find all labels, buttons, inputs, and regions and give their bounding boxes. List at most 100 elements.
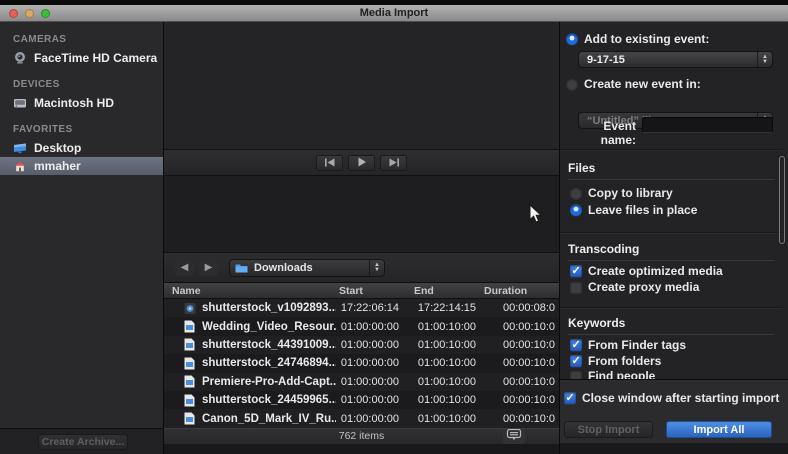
file-start: 17:22:06:14 xyxy=(340,302,399,315)
file-start: 01:00:00:00 xyxy=(340,412,399,425)
desktop-icon xyxy=(13,141,27,155)
media-browser: ◀ ▶ Downloads ▲ ▼ Name Start End Duration… xyxy=(164,22,559,454)
clip-appearance-icon xyxy=(506,428,522,446)
radio-unselected-icon[interactable] xyxy=(570,187,582,199)
document-file-icon xyxy=(184,338,196,351)
import-options-panel: Add to existing event: 9-17-15 ▲ ▼ Create… xyxy=(559,22,788,454)
table-row[interactable]: Wedding_Video_Resour... 01:00:00:00 01:0… xyxy=(164,317,559,336)
sidebar-item-macintosh-hd[interactable]: Macintosh HD xyxy=(0,94,163,112)
file-name: shutterstock_24459965... xyxy=(202,394,336,407)
section-label-favorites: FAVORITES xyxy=(13,124,73,135)
location-dropdown[interactable]: Downloads ▲ ▼ xyxy=(229,258,385,277)
section-label-cameras: CAMERAS xyxy=(13,34,67,45)
document-file-icon xyxy=(184,375,196,388)
play-button[interactable] xyxy=(348,154,375,171)
from-finder-tags-option[interactable]: From Finder tags xyxy=(570,338,686,352)
file-duration: 00:00:08:0 xyxy=(503,302,555,315)
file-start: 01:00:00:00 xyxy=(340,394,399,407)
column-header-duration[interactable]: Duration xyxy=(477,285,559,297)
create-optimized-media-option[interactable]: Create optimized media xyxy=(570,264,723,278)
option-label: Create optimized media xyxy=(588,264,723,278)
file-duration: 00:00:10:0 xyxy=(503,357,555,370)
sidebar-item-mmaher[interactable]: mmaher xyxy=(0,157,163,175)
checkbox-checked-icon[interactable] xyxy=(564,391,576,404)
forward-icon: ▶ xyxy=(204,262,213,273)
sidebar-footer: Create Archive... xyxy=(0,428,163,454)
panel-scrollbar[interactable] xyxy=(779,156,785,244)
transcoding-section-title: Transcoding xyxy=(568,242,774,261)
dropdown-value: 9-17-15 xyxy=(587,53,625,66)
column-header-end[interactable]: End xyxy=(402,285,477,297)
table-row[interactable]: Canon_5D_Mark_IV_Ru... 01:00:00:00 01:00… xyxy=(164,409,559,428)
file-name: Canon_5D_Mark_IV_Ru... xyxy=(202,412,336,425)
import-actions-panel: Close window after starting import Stop … xyxy=(560,379,788,454)
file-end: 17:22:14:15 xyxy=(417,302,476,315)
filmstrip-area xyxy=(164,176,559,253)
table-row[interactable]: shutterstock_24459965... 01:00:00:00 01:… xyxy=(164,390,559,410)
event-name-label: Event name: xyxy=(600,119,636,147)
file-duration: 00:00:10:0 xyxy=(503,412,555,425)
back-button[interactable]: ◀ xyxy=(175,259,194,276)
column-header-name[interactable]: Name xyxy=(164,285,336,297)
window-bottom-edge xyxy=(560,443,788,454)
sidebar-item-desktop[interactable]: Desktop xyxy=(0,139,163,157)
leave-files-in-place-option[interactable]: Leave files in place xyxy=(570,203,697,217)
close-window-after-import-option[interactable]: Close window after starting import xyxy=(564,391,779,405)
file-duration: 00:00:10:0 xyxy=(503,338,555,351)
folder-icon xyxy=(235,261,248,275)
clip-appearance-button[interactable] xyxy=(503,428,525,446)
movie-file-icon xyxy=(184,302,196,315)
document-file-icon xyxy=(184,320,196,333)
import-all-button[interactable]: Import All xyxy=(666,421,772,438)
checkbox-checked-icon[interactable] xyxy=(570,338,582,351)
table-row[interactable]: shutterstock_v1092893... 17:22:06:14 17:… xyxy=(164,299,559,318)
file-name: Premiere-Pro-Add-Capt... xyxy=(202,375,336,388)
radio-selected-icon[interactable] xyxy=(566,33,578,45)
file-start: 01:00:00:00 xyxy=(340,320,399,333)
table-row[interactable]: shutterstock_24746894... 01:00:00:00 01:… xyxy=(164,354,559,373)
table-row[interactable]: shutterstock_44391009... 01:00:00:00 01:… xyxy=(164,335,559,355)
create-new-event-option[interactable]: Create new event in: xyxy=(566,77,701,91)
section-divider xyxy=(560,149,782,151)
option-label: From Finder tags xyxy=(588,338,687,352)
option-label: From folders xyxy=(588,354,662,368)
file-end: 01:00:10:00 xyxy=(417,320,476,333)
camera-icon xyxy=(13,51,27,65)
checkbox-checked-icon[interactable] xyxy=(570,264,582,277)
sidebar-item-label: FaceTime HD Camera xyxy=(34,51,158,65)
stop-import-button[interactable]: Stop Import xyxy=(564,421,653,438)
forward-button[interactable]: ▶ xyxy=(199,259,218,276)
file-name: shutterstock_24746894... xyxy=(202,357,336,370)
dropdown-stepper-icon: ▲▼ xyxy=(757,52,772,67)
next-frame-button[interactable] xyxy=(380,154,407,171)
dropdown-stepper-icon: ▲▼ xyxy=(369,259,384,276)
status-bar: 762 items xyxy=(164,428,559,444)
preview-viewer xyxy=(164,22,559,150)
file-name: shutterstock_v1092893... xyxy=(202,302,336,315)
from-folders-option[interactable]: From folders xyxy=(570,354,661,368)
previous-frame-button[interactable] xyxy=(316,154,343,171)
file-name: Wedding_Video_Resour... xyxy=(202,320,336,333)
file-end: 01:00:10:00 xyxy=(417,412,476,425)
radio-selected-icon[interactable] xyxy=(570,204,582,216)
back-icon: ◀ xyxy=(180,262,189,273)
table-row[interactable]: Premiere-Pro-Add-Capt... 01:00:00:00 01:… xyxy=(164,372,559,391)
checkbox-checked-icon[interactable] xyxy=(570,354,582,367)
checkbox-unchecked-icon[interactable] xyxy=(570,281,582,293)
event-name-input[interactable] xyxy=(642,117,773,133)
radio-unselected-icon[interactable] xyxy=(566,78,578,90)
file-list: shutterstock_v1092893... 17:22:06:14 17:… xyxy=(164,299,559,428)
create-proxy-media-option[interactable]: Create proxy media xyxy=(570,280,699,294)
option-label: Copy to library xyxy=(588,186,673,200)
location-bar: ◀ ▶ Downloads ▲ ▼ xyxy=(164,253,559,283)
column-header-start[interactable]: Start xyxy=(336,285,402,297)
file-start: 01:00:00:00 xyxy=(340,357,399,370)
create-archive-button[interactable]: Create Archive... xyxy=(38,434,128,450)
sidebar-item-facetime-camera[interactable]: FaceTime HD Camera xyxy=(0,49,163,67)
add-to-existing-event-option[interactable]: Add to existing event: xyxy=(566,32,709,46)
titlebar[interactable]: Media Import xyxy=(0,5,788,22)
file-end: 01:00:10:00 xyxy=(417,338,476,351)
window-bottom-edge xyxy=(164,444,559,454)
existing-event-dropdown[interactable]: 9-17-15 ▲ ▼ xyxy=(578,51,773,68)
copy-to-library-option[interactable]: Copy to library xyxy=(570,186,673,200)
